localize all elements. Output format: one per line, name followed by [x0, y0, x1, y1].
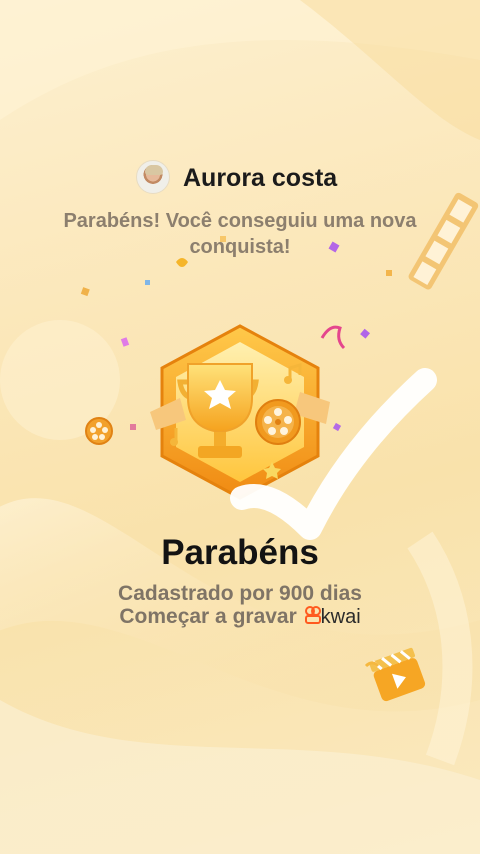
film-reel-icon: [85, 417, 113, 445]
clapperboard-icon: [364, 647, 426, 702]
achievement-subtitle: Cadastrado por 900 dias: [118, 582, 362, 605]
record-label: Começar a gravar: [119, 605, 297, 628]
kwai-brand: kwai: [320, 605, 361, 628]
kwai-logo-icon: [304, 606, 321, 625]
record-cta[interactable]: Começar a gravar kwai: [0, 605, 480, 629]
achievement-title: Parabéns: [161, 533, 319, 572]
